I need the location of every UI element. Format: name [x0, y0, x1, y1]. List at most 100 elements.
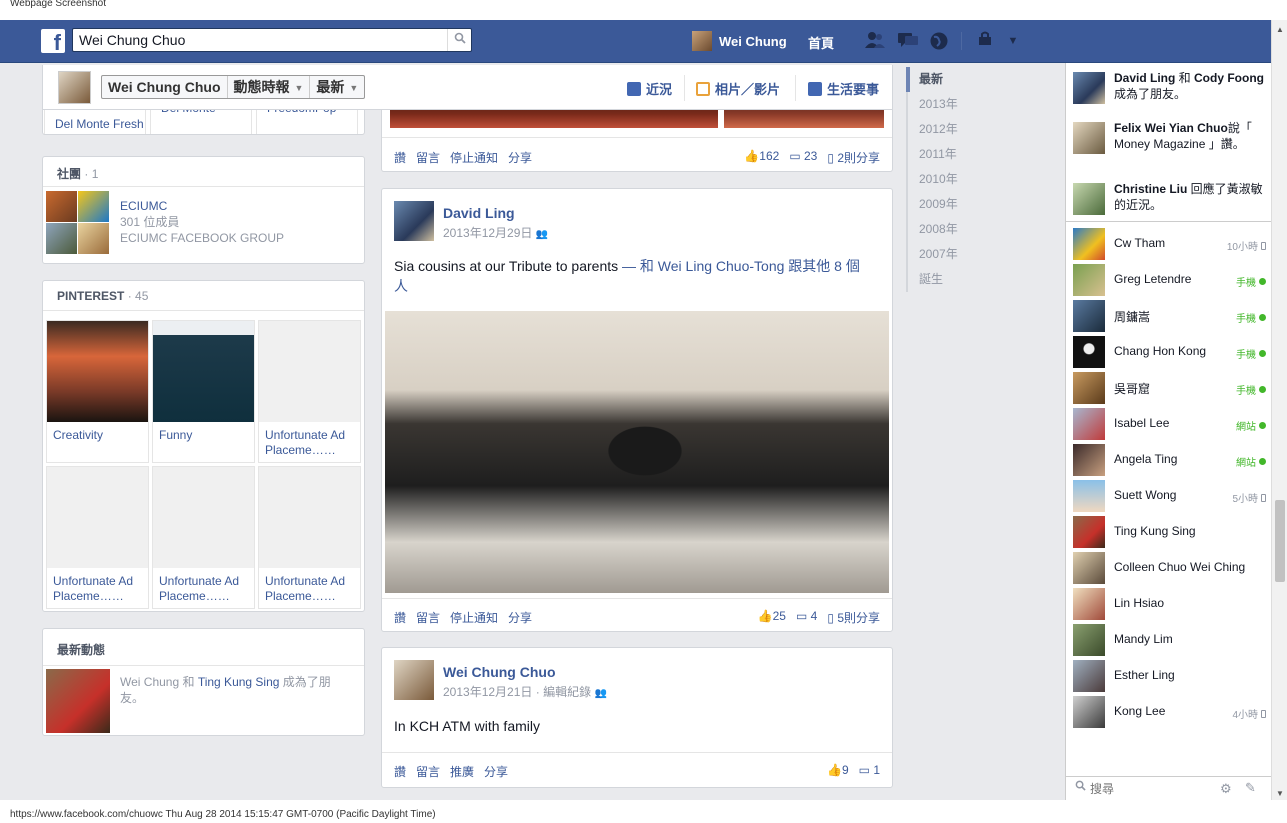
chat-contact[interactable]: 周鏞嵩 手機: [1073, 300, 1266, 332]
tab-photo-video[interactable]: 相片／影片: [696, 79, 780, 98]
avatar[interactable]: [394, 201, 434, 241]
scroll-up-icon[interactable]: ▲: [1276, 25, 1284, 34]
chat-contact[interactable]: Angela Ting 網站: [1073, 444, 1266, 476]
post-date-link[interactable]: 2013年12月21日: [443, 685, 532, 699]
year-nav-item[interactable]: 2013年: [906, 92, 1026, 117]
year-nav-item[interactable]: 誕生: [906, 267, 1026, 292]
group-thumbnail[interactable]: [46, 191, 110, 255]
chat-contact[interactable]: 吳哥窟 手機: [1073, 372, 1266, 404]
like-link[interactable]: 讚: [394, 765, 406, 779]
activity-thumbnail[interactable]: [46, 669, 110, 733]
timeline-name-button[interactable]: Wei Chung Chuo: [102, 76, 228, 98]
year-nav-item[interactable]: 2007年: [906, 242, 1026, 267]
unfollow-link[interactable]: 停止通知: [450, 151, 498, 165]
scrollbar-thumb[interactable]: [1275, 500, 1285, 582]
year-nav-item[interactable]: 2008年: [906, 217, 1026, 242]
comments-count[interactable]: ▭ 1: [859, 763, 880, 777]
chat-contact[interactable]: Colleen Chuo Wei Ching: [1073, 552, 1266, 584]
contact-status: 手機: [1236, 310, 1266, 325]
privacy-shortcuts-icon[interactable]: [975, 31, 997, 51]
comment-link[interactable]: 留言: [416, 611, 440, 625]
pinterest-board[interactable]: Unfortunate Ad Placeme……: [46, 466, 149, 609]
chat-search-input[interactable]: [1090, 780, 1210, 798]
year-nav-item[interactable]: 2012年: [906, 117, 1026, 142]
post-meta: 2013年12月21日 · 編輯紀錄 👥: [443, 683, 607, 700]
shares-count[interactable]: ▯ 5則分享: [827, 609, 880, 626]
likes-count[interactable]: 👍25: [758, 609, 786, 626]
post-actions: 讚留言 停止通知 分享: [394, 149, 542, 166]
chat-contact[interactable]: Lin Hsiao: [1073, 588, 1266, 620]
scroll-down-icon[interactable]: ▼: [1276, 789, 1284, 798]
chat-contact[interactable]: Suett Wong 5小時: [1073, 480, 1266, 512]
year-nav-item[interactable]: 最新: [906, 67, 1026, 92]
like-link[interactable]: 讚: [394, 611, 406, 625]
contact-name: Ting Kung Sing: [1114, 524, 1196, 538]
pinterest-board[interactable]: Creativity: [46, 320, 149, 463]
group-photo[interactable]: [385, 311, 889, 593]
timeline-filter-dropdown[interactable]: 動態時報 ▼: [228, 76, 311, 98]
edit-history-link[interactable]: · 編輯紀錄: [536, 685, 591, 699]
search-icon[interactable]: [447, 29, 471, 51]
year-nav-item[interactable]: 2009年: [906, 192, 1026, 217]
chat-contact[interactable]: Isabel Lee 網站: [1073, 408, 1266, 440]
status-text: 10小時: [1226, 242, 1258, 253]
home-link[interactable]: 首頁: [808, 33, 834, 52]
pinterest-board[interactable]: Funny: [152, 320, 255, 463]
tagged-person-link[interactable]: Wei Ling Chuo-Tong: [658, 258, 785, 274]
group-name-link[interactable]: ECIUMC: [120, 198, 284, 214]
chat-contact[interactable]: Chang Hon Kong 手機: [1073, 336, 1266, 368]
search-input[interactable]: [73, 29, 443, 51]
comment-link[interactable]: 留言: [416, 765, 440, 779]
share-link[interactable]: 分享: [508, 151, 532, 165]
post-author-link[interactable]: Wei Chung Chuo: [443, 664, 556, 680]
year-nav-item[interactable]: 2010年: [906, 167, 1026, 192]
comments-count[interactable]: ▭ 4: [796, 609, 817, 626]
chat-contact[interactable]: Kong Lee 4小時: [1073, 696, 1266, 728]
compose-icon[interactable]: ✎: [1245, 780, 1256, 796]
friend-requests-icon[interactable]: [864, 31, 886, 51]
likes-count[interactable]: 👍9: [827, 763, 849, 777]
share-link[interactable]: 分享: [508, 611, 532, 625]
sort-dropdown[interactable]: 最新 ▼: [310, 76, 364, 98]
chat-contact[interactable]: Mandy Lim: [1073, 624, 1266, 656]
tab-label: 相片／影片: [715, 82, 781, 97]
pinterest-board[interactable]: Unfortunate Ad Placeme……: [152, 466, 255, 609]
likes-count[interactable]: 👍162: [744, 149, 779, 166]
notifications-globe-icon[interactable]: [928, 31, 950, 51]
facebook-logo-icon[interactable]: f: [41, 29, 65, 53]
messages-icon[interactable]: [897, 31, 919, 51]
pinterest-board[interactable]: Unfortunate Ad Placeme……: [258, 466, 361, 609]
audience-friends-icon[interactable]: 👥: [594, 688, 606, 699]
unfollow-link[interactable]: 停止通知: [450, 611, 498, 625]
profile-link[interactable]: Wei Chung: [692, 31, 787, 51]
chat-contact[interactable]: Esther Ling: [1073, 660, 1266, 692]
post-author-link[interactable]: David Ling: [443, 205, 515, 221]
share-link[interactable]: 分享: [484, 765, 508, 779]
year-nav-item[interactable]: 2011年: [906, 142, 1026, 167]
post-date-link[interactable]: 2013年12月29日: [443, 226, 532, 240]
chat-contact[interactable]: Greg Letendre 手機: [1073, 264, 1266, 296]
comment-link[interactable]: 留言: [416, 151, 440, 165]
page-scrollbar[interactable]: ▲ ▼: [1271, 20, 1287, 800]
contact-status: 4小時: [1232, 706, 1266, 721]
audience-friends-icon[interactable]: 👥: [536, 229, 548, 240]
tab-life-event[interactable]: 生活要事: [808, 79, 879, 98]
chevron-down-icon[interactable]: ▼: [1002, 31, 1024, 51]
chat-contact[interactable]: Cw Tham 10小時: [1073, 228, 1266, 260]
comments-count[interactable]: ▭ 23: [789, 149, 817, 166]
pinterest-board[interactable]: Unfortunate Ad Placeme……: [258, 320, 361, 463]
like-link[interactable]: 讚: [394, 151, 406, 165]
avatar[interactable]: [394, 660, 434, 700]
post-stats: 👍162 ▭ 23 ▯ 2則分享: [744, 149, 880, 166]
avatar: [1073, 516, 1105, 548]
tab-status[interactable]: 近況: [627, 79, 672, 98]
boost-link[interactable]: 推廣: [450, 765, 474, 779]
search-box[interactable]: [72, 28, 472, 52]
avatar[interactable]: [58, 71, 91, 104]
chat-contact[interactable]: Ting Kung Sing: [1073, 516, 1266, 548]
activity-friend-link[interactable]: Ting Kung Sing: [198, 675, 280, 689]
shares-count[interactable]: ▯ 2則分享: [827, 149, 880, 166]
group-info: ECIUMC 301 位成員 ECIUMC FACEBOOK GROUP: [120, 198, 284, 246]
comment-icon: ▭: [795, 609, 808, 623]
gear-icon[interactable]: ⚙: [1220, 781, 1232, 797]
